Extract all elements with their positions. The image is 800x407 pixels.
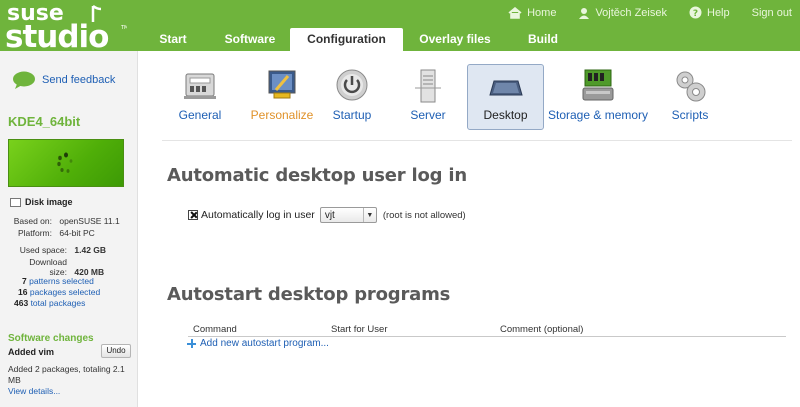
category-startup-label: Startup <box>332 108 372 122</box>
sidebar: Send feedback KDE4_64bit Disk image Base… <box>0 51 138 407</box>
category-server[interactable]: Server <box>394 64 462 130</box>
main-tabs: Start Software Configuration Overlay fil… <box>136 28 579 51</box>
help-icon: ? <box>689 6 702 19</box>
disk-image-label: Disk image <box>25 197 73 207</box>
storage-memory-icon <box>582 69 614 101</box>
plus-icon <box>187 339 196 348</box>
configuration-categories: General Personalize Startup Server Deskt… <box>162 64 792 130</box>
server-icon <box>415 69 441 103</box>
category-desktop-label: Desktop <box>483 108 528 122</box>
category-storage-memory-label: Storage & memory <box>548 108 649 122</box>
tab-configuration[interactable]: Configuration <box>290 28 403 51</box>
download-size-label: Download size: <box>29 257 67 277</box>
patterns-selected-link[interactable]: patterns selected <box>29 276 94 286</box>
tab-overlay-files[interactable]: Overlay files <box>403 28 507 51</box>
startup-icon <box>336 69 368 101</box>
sign-out-link[interactable]: Sign out <box>752 6 792 19</box>
download-size-row: Download size: 420 MB <box>10 257 104 277</box>
send-feedback-link[interactable]: Send feedback <box>12 71 115 89</box>
based-on-label: Based on: <box>13 216 52 226</box>
send-feedback-label: Send feedback <box>42 74 116 86</box>
platform-value: 64-bit PC <box>59 228 95 238</box>
general-icon <box>184 73 216 99</box>
help-link-label: Help <box>707 6 730 19</box>
category-storage-memory[interactable]: Storage & memory <box>548 64 648 130</box>
category-scripts[interactable]: Scripts <box>656 64 724 130</box>
view-details-link[interactable]: View details... <box>8 386 60 396</box>
root-not-allowed-note: (root is not allowed) <box>382 209 466 221</box>
total-count: 463 <box>14 298 29 308</box>
category-personalize-label: Personalize <box>250 108 314 122</box>
software-changes-heading: Software changes <box>8 333 94 344</box>
svg-text:?: ? <box>693 9 698 19</box>
tab-build[interactable]: Build <box>507 28 579 51</box>
based-on-value: openSUSE 11.1 <box>59 216 120 226</box>
category-general-label: General <box>178 108 222 122</box>
undo-button[interactable]: Undo <box>101 344 131 358</box>
used-space-value: 1.42 GB <box>74 245 107 255</box>
table-header-divider <box>188 336 786 337</box>
help-link[interactable]: ? Help <box>689 6 730 19</box>
autologin-checkbox[interactable] <box>188 210 198 220</box>
home-link[interactable]: Home <box>508 6 556 19</box>
category-desktop[interactable]: Desktop <box>467 64 544 130</box>
user-link[interactable]: Vojtěch Zeisek <box>578 6 667 19</box>
suse-studio-logo[interactable]: suse studio TM <box>5 0 127 51</box>
category-divider <box>162 140 792 141</box>
user-icon <box>579 7 590 19</box>
dropdown-arrow-icon: ▼ <box>362 208 376 222</box>
desktop-icon <box>488 80 523 96</box>
svg-text:TM: TM <box>120 25 127 31</box>
autologin-user-value: vjt <box>324 209 335 221</box>
added-vim-label: Added vim <box>8 347 55 357</box>
autologin-row: Automatically log in user vjt ▼ (root is… <box>188 207 466 223</box>
packages-count: 16 <box>18 287 28 297</box>
home-link-label: Home <box>527 6 557 19</box>
autologin-user-select[interactable]: vjt ▼ <box>319 207 377 223</box>
column-comment: Comment (optional) <box>500 324 584 335</box>
category-startup[interactable]: Startup <box>322 64 382 130</box>
category-server-label: Server <box>410 108 446 122</box>
add-autostart-program-label: Add new autostart program... <box>200 338 329 349</box>
personalize-icon <box>268 70 296 99</box>
column-command: Command <box>193 324 237 335</box>
speech-bubble-icon <box>13 71 35 89</box>
disk-image-icon <box>10 197 21 207</box>
used-space-label: Used space: <box>19 245 67 255</box>
based-on-row: Based on: openSUSE 11.1 <box>10 216 120 226</box>
tab-start[interactable]: Start <box>136 28 210 51</box>
added-packages-text: Added 2 packages, totaling 2.1 MB <box>8 364 125 385</box>
patterns-count: 7 <box>22 276 27 286</box>
add-autostart-program-link[interactable]: Add new autostart program... <box>187 338 329 349</box>
loading-spinner-icon <box>57 152 73 173</box>
svg-text:studio: studio <box>5 19 108 51</box>
appliance-name: KDE4_64bit <box>8 114 81 129</box>
user-link-label: Vojtěch Zeisek <box>595 6 667 19</box>
scripts-icon <box>676 71 706 102</box>
disk-image-option[interactable]: Disk image <box>10 197 73 207</box>
platform-row: Platform: 64-bit PC <box>10 228 95 238</box>
category-scripts-label: Scripts <box>671 108 709 122</box>
appliance-preview[interactable] <box>8 139 124 187</box>
packages-selected-link[interactable]: packages selected <box>30 287 100 297</box>
platform-label: Platform: <box>17 228 52 238</box>
top-header: suse studio TM Home Vojtěch Zeisek ? Hel… <box>0 0 800 51</box>
sign-out-label: Sign out <box>751 6 792 19</box>
total-packages-link[interactable]: total packages <box>31 298 86 308</box>
autologin-label: Automatically log in user <box>201 209 315 221</box>
package-stats: 7 patterns selected 16 packages selected… <box>14 276 100 309</box>
used-space-row: Used space: 1.42 GB <box>10 245 106 255</box>
autologin-heading: Automatic desktop user log in <box>167 165 467 186</box>
autostart-heading: Autostart desktop programs <box>167 284 451 305</box>
tab-software[interactable]: Software <box>210 28 290 51</box>
category-personalize[interactable]: Personalize <box>242 64 322 130</box>
category-general[interactable]: General <box>162 64 238 130</box>
home-icon <box>508 6 522 19</box>
top-links: Home Vojtěch Zeisek ? Help Sign out <box>486 6 792 19</box>
column-start-for-user: Start for User <box>331 324 388 335</box>
